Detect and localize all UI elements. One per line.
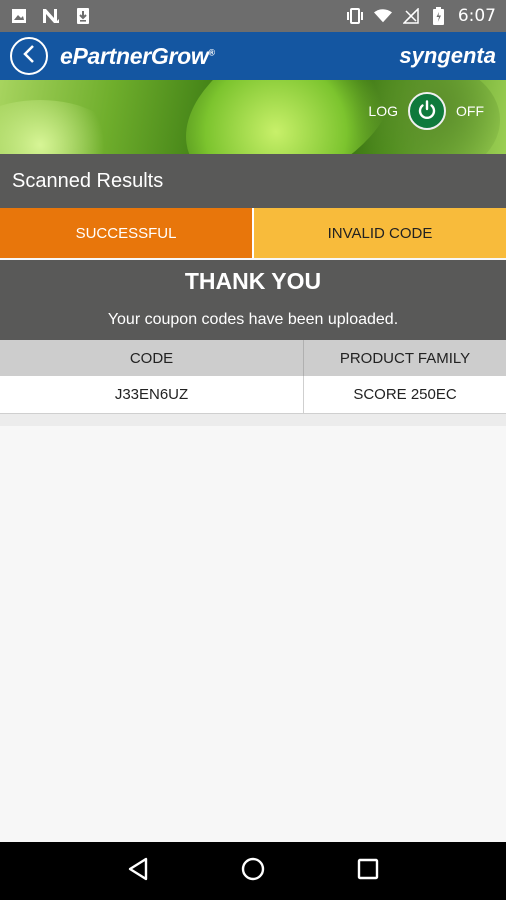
battery-icon bbox=[430, 7, 448, 25]
brand-registered-mark: ® bbox=[208, 46, 216, 57]
circle-home-icon bbox=[240, 856, 266, 887]
navigation-bar bbox=[0, 842, 506, 900]
image-icon bbox=[10, 7, 28, 25]
column-header-product-family: PRODUCT FAMILY bbox=[303, 340, 506, 376]
banner-leaf-image bbox=[0, 100, 120, 154]
tab-invalid-code[interactable]: INVALID CODE bbox=[254, 208, 506, 258]
power-icon bbox=[416, 99, 438, 124]
nav-recents-button[interactable] bbox=[348, 851, 388, 891]
app-brand: ePartnerGrow® bbox=[60, 43, 215, 70]
download-icon bbox=[74, 7, 92, 25]
chevron-left-icon bbox=[21, 44, 37, 69]
wifi-icon bbox=[373, 7, 392, 25]
column-header-code: CODE bbox=[129, 349, 174, 367]
cell-product-family: SCORE 250EC bbox=[303, 376, 506, 413]
app-header: ePartnerGrow® syngenta bbox=[0, 32, 506, 80]
nav-back-button[interactable] bbox=[118, 851, 158, 891]
logout-label-right: OFF bbox=[456, 103, 484, 119]
tab-successful[interactable]: SUCCESSFUL bbox=[0, 208, 252, 258]
vibrate-icon bbox=[346, 7, 364, 25]
logout-label-left: LOG bbox=[368, 103, 398, 119]
logout-button[interactable] bbox=[408, 92, 446, 130]
syngenta-logo: syngenta bbox=[399, 43, 496, 68]
square-recents-icon bbox=[357, 858, 379, 885]
page-title: Scanned Results bbox=[0, 154, 506, 208]
upload-message: Your coupon codes have been uploaded. bbox=[107, 311, 399, 328]
divider bbox=[0, 414, 506, 426]
logout-control: LOG OFF bbox=[368, 92, 484, 130]
triangle-back-icon bbox=[127, 857, 149, 886]
table-header: CODE PRODUCT FAMILY bbox=[0, 340, 506, 376]
brand-name: ePartnerGrow bbox=[60, 42, 209, 69]
result-tabs: SUCCESSFUL INVALID CODE bbox=[0, 208, 506, 258]
thank-you-title: THANK YOU bbox=[184, 268, 322, 294]
banner: LOG OFF bbox=[0, 80, 506, 154]
results-table: CODE PRODUCT FAMILY J33EN6UZ SCORE 250EC bbox=[0, 340, 506, 414]
thank-you-panel: THANK YOU Your coupon codes have been up… bbox=[0, 260, 506, 340]
nav-home-button[interactable] bbox=[233, 851, 273, 891]
status-bar: 6:07 bbox=[0, 0, 506, 32]
cell-code: J33EN6UZ bbox=[114, 386, 189, 403]
status-time: 6:07 bbox=[457, 6, 496, 26]
signal-icon bbox=[402, 7, 420, 25]
back-button[interactable] bbox=[10, 37, 48, 75]
n-icon bbox=[42, 7, 60, 25]
table-row: J33EN6UZ SCORE 250EC bbox=[0, 376, 506, 414]
